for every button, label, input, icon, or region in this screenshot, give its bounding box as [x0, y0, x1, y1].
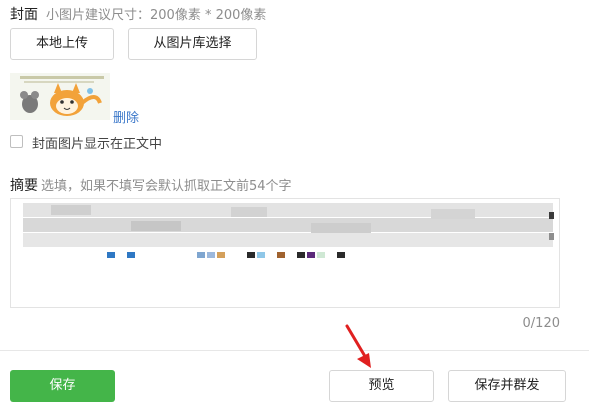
select-from-library-button[interactable]: 从图片库选择 — [128, 28, 257, 60]
preview-button[interactable]: 预览 — [329, 370, 434, 402]
show-cover-in-body-checkbox[interactable] — [10, 135, 23, 148]
footer-divider — [0, 350, 589, 351]
summary-char-counter: 0/120 — [522, 316, 560, 331]
cover-size-hint: 小图片建议尺寸：200像素 * 200像素 — [46, 8, 267, 23]
blurred-text-content — [23, 203, 554, 258]
cover-thumbnail — [10, 73, 110, 120]
save-button[interactable]: 保存 — [10, 370, 115, 402]
summary-textarea[interactable] — [10, 198, 560, 308]
summary-label: 摘要 — [10, 178, 38, 194]
delete-cover-link[interactable]: 删除 — [113, 107, 139, 126]
cover-label: 封面 — [10, 7, 38, 23]
save-and-send-button[interactable]: 保存并群发 — [448, 370, 566, 402]
red-arrow-icon — [345, 324, 371, 368]
summary-hint: 选填，如果不填写会默认抓取正文前54个字 — [41, 179, 292, 194]
upload-local-button[interactable]: 本地上传 — [10, 28, 114, 60]
cartoon-cat-icon — [10, 73, 110, 120]
show-cover-in-body-label[interactable]: 封面图片显示在正文中 — [32, 133, 162, 152]
